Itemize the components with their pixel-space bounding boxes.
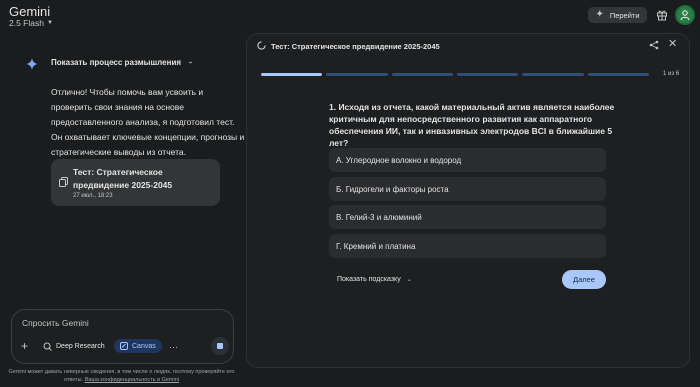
go-button-label: Перейти bbox=[609, 10, 640, 20]
document-icon bbox=[59, 177, 68, 187]
chevron-down-icon: ⌄ bbox=[406, 277, 412, 283]
gift-icon[interactable] bbox=[656, 9, 668, 21]
panel-title: Тест: Стратегическое предвидение 2025-20… bbox=[271, 42, 440, 51]
close-icon[interactable]: ✕ bbox=[668, 39, 677, 50]
next-button[interactable]: Далее bbox=[562, 270, 606, 289]
progress-segment bbox=[587, 73, 649, 76]
answer-option-d[interactable]: Г. Кремний и платина bbox=[329, 234, 606, 258]
quiz-progress-bar bbox=[261, 73, 649, 76]
progress-segment bbox=[261, 73, 323, 76]
gemini-spark-icon bbox=[26, 58, 38, 70]
share-icon[interactable] bbox=[649, 40, 659, 50]
prompt-input[interactable]: Спросить Gemini bbox=[22, 318, 89, 328]
loading-spinner-icon bbox=[257, 41, 266, 50]
disclaimer: Gemini может давать неверные сведения, в… bbox=[0, 368, 243, 384]
progress-segment bbox=[391, 73, 453, 76]
progress-segment bbox=[456, 73, 519, 76]
show-hint-label: Показать подсказку bbox=[337, 276, 401, 283]
progress-segment bbox=[326, 73, 388, 76]
answer-option-c[interactable]: В. Гелий-3 и алюминий bbox=[329, 205, 606, 229]
app-title: Gemini bbox=[9, 4, 51, 19]
stop-button[interactable] bbox=[211, 337, 229, 355]
model-name: 2.5 Flash bbox=[9, 18, 44, 28]
deep-research-icon bbox=[43, 342, 52, 351]
answer-option-a[interactable]: А. Углеродное волокно и водород bbox=[329, 148, 606, 172]
answer-option-b[interactable]: Б. Гидрогели и факторы роста bbox=[329, 177, 606, 201]
go-button[interactable]: ✦ Перейти bbox=[588, 7, 647, 23]
canvas-icon bbox=[120, 342, 128, 350]
quiz-document-card[interactable]: Тест: Стратегическое предвидение 2025-20… bbox=[51, 159, 220, 206]
model-switcher[interactable]: 2.5 Flash ▼ bbox=[9, 18, 53, 28]
progress-segment bbox=[522, 73, 584, 76]
add-icon[interactable]: + bbox=[21, 340, 28, 352]
caret-down-icon: ▼ bbox=[46, 20, 53, 26]
show-thinking-toggle[interactable]: Показать процесс размышления › bbox=[51, 58, 194, 67]
sparkle-plus-icon: ✦ bbox=[595, 9, 604, 20]
canvas-button[interactable]: Canvas bbox=[114, 339, 162, 353]
chevron-down-icon: › bbox=[186, 61, 194, 64]
deep-research-button[interactable]: Deep Research bbox=[43, 340, 105, 353]
question-counter: 1 из 6 bbox=[663, 71, 680, 77]
show-thinking-label: Показать процесс размышления bbox=[51, 58, 182, 67]
doc-card-date: 27 июл., 18:23 bbox=[73, 193, 113, 199]
doc-card-title: Тест: Стратегическое предвидение 2025-20… bbox=[73, 167, 173, 190]
deep-research-label: Deep Research bbox=[56, 343, 105, 350]
show-hint-button[interactable]: Показать подсказку ⌄ bbox=[337, 276, 412, 283]
more-tools-button[interactable]: ··· bbox=[169, 340, 178, 353]
avatar[interactable] bbox=[675, 5, 695, 25]
question-text: 1. Исходя из отчета, какой материальный … bbox=[329, 102, 615, 148]
privacy-link[interactable]: Ваша конфиденциальность и Gemini bbox=[85, 377, 179, 383]
stop-icon bbox=[217, 343, 223, 349]
user-avatar-icon bbox=[680, 10, 690, 21]
assistant-message: Отлично! Чтобы помочь вам усвоить и пров… bbox=[51, 87, 245, 157]
canvas-label: Canvas bbox=[132, 342, 156, 350]
